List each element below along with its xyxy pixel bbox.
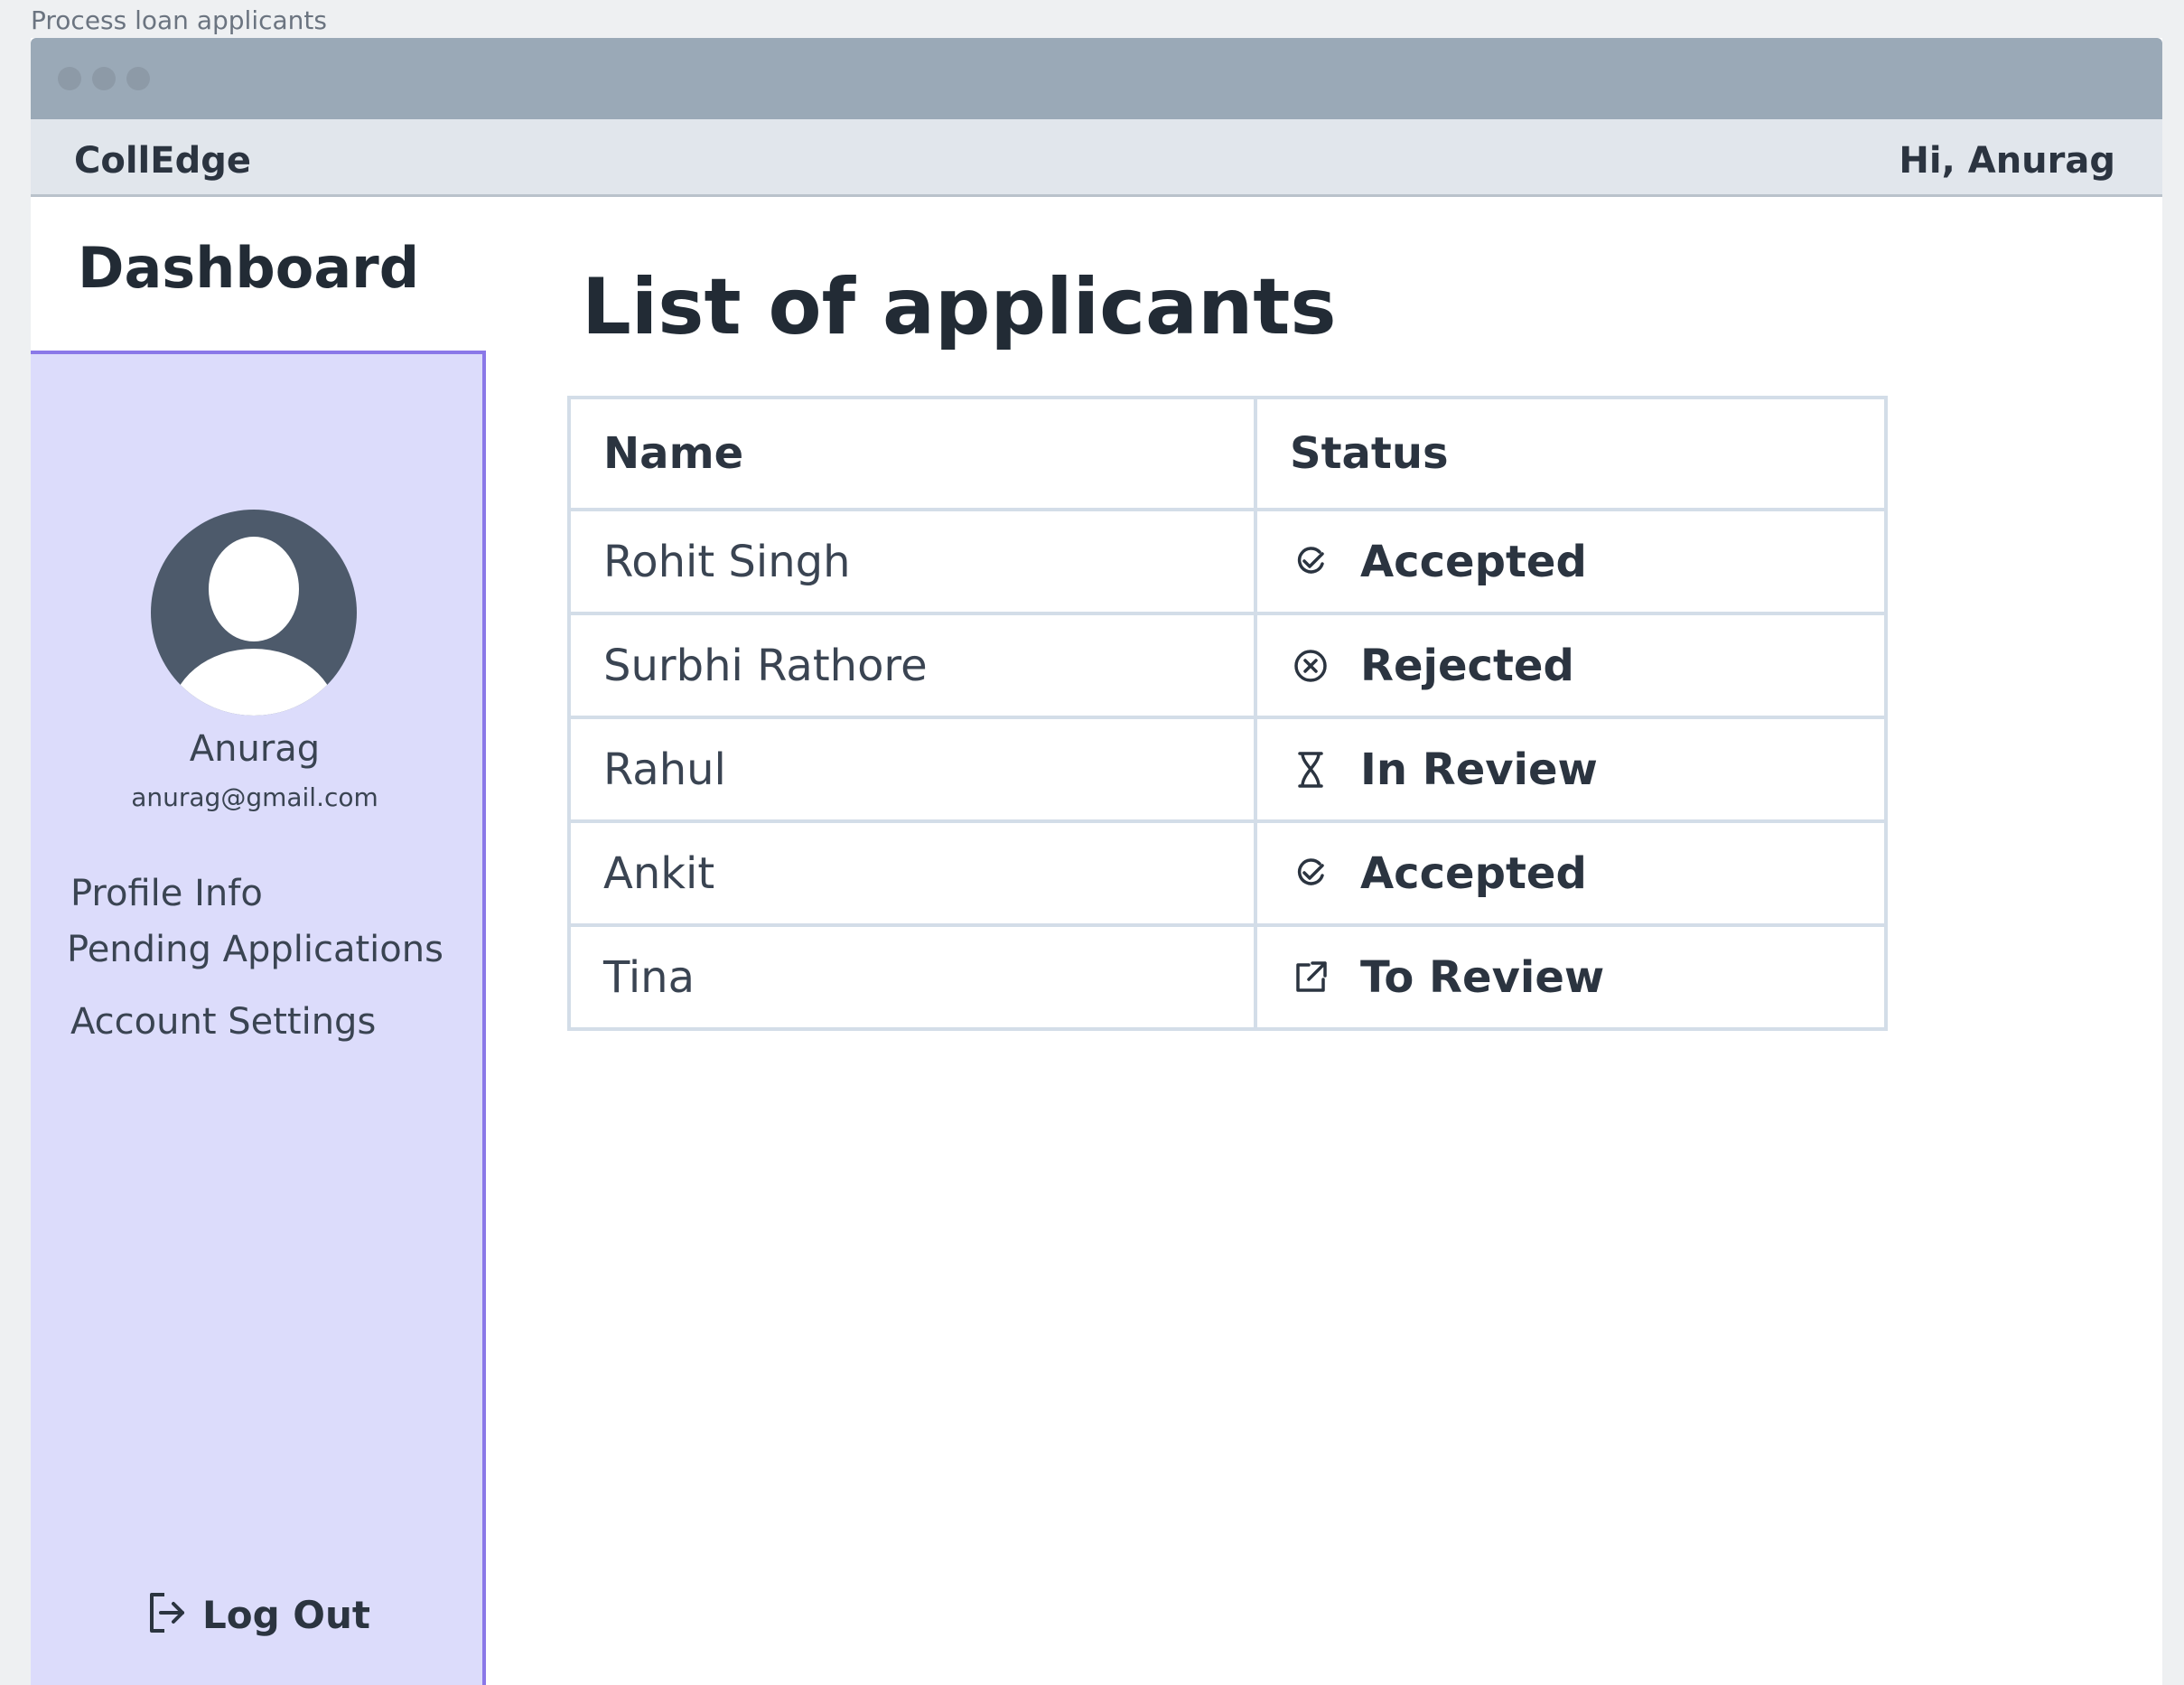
- applicant-status[interactable]: Accepted: [1254, 819, 1888, 927]
- logout-button[interactable]: Log Out: [146, 1589, 370, 1640]
- applicant-name[interactable]: Ankit: [567, 819, 1257, 927]
- avatar: [151, 510, 357, 716]
- table-row[interactable]: Rohit Singh Accepted: [567, 508, 1888, 615]
- column-header-name[interactable]: Name: [567, 396, 1257, 511]
- check-circle-icon: [1290, 541, 1331, 583]
- sidebar-user-email: anurag@gmail.com: [131, 782, 378, 812]
- status-content: In Review: [1290, 744, 1852, 795]
- window-minimize-dot[interactable]: [92, 67, 116, 90]
- sidebar-item-pending-applications[interactable]: Pending Applications: [67, 929, 443, 970]
- table-row[interactable]: Tina To Review: [567, 923, 1888, 1031]
- status-label: Rejected: [1360, 640, 1574, 691]
- logout-icon: [146, 1589, 190, 1640]
- status-content: Accepted: [1290, 537, 1852, 587]
- avatar-body-shape: [171, 649, 337, 716]
- brand-logo-text[interactable]: CollEdge: [74, 140, 251, 182]
- window-titlebar: [31, 38, 2162, 119]
- status-content: Rejected: [1290, 641, 1852, 691]
- status-label: Accepted: [1360, 847, 1587, 899]
- hourglass-icon: [1290, 749, 1331, 791]
- applicant-status[interactable]: Accepted: [1254, 508, 1888, 615]
- check-circle-icon: [1290, 853, 1331, 894]
- applicants-table: Name Status Rohit Singh Accepted Surbhi …: [567, 396, 1888, 1031]
- applicant-name[interactable]: Surbhi Rathore: [567, 612, 1257, 719]
- applicant-name[interactable]: Rohit Singh: [567, 508, 1257, 615]
- table-row[interactable]: Surbhi Rathore Rejected: [567, 612, 1888, 719]
- applicant-status[interactable]: Rejected: [1254, 612, 1888, 719]
- table-row[interactable]: Rahul In Review: [567, 716, 1888, 823]
- app-header: CollEdge Hi, Anurag: [31, 119, 2162, 197]
- sidebar-item-account-settings[interactable]: Account Settings: [70, 1001, 376, 1043]
- table-row[interactable]: Ankit Accepted: [567, 819, 1888, 927]
- status-label: Accepted: [1360, 536, 1587, 587]
- window-maximize-dot[interactable]: [126, 67, 150, 90]
- status-content: To Review: [1290, 952, 1852, 1003]
- logout-label: Log Out: [202, 1592, 370, 1637]
- app-window: CollEdge Hi, Anurag Dashboard Anurag anu…: [31, 38, 2162, 1685]
- page-title: List of applicants: [582, 262, 1337, 352]
- user-greeting: Hi, Anurag: [1899, 140, 2115, 182]
- window-close-dot[interactable]: [58, 67, 81, 90]
- sidebar-user-name: Anurag: [189, 728, 321, 770]
- external-link-icon: [1290, 957, 1331, 998]
- applicant-name[interactable]: Rahul: [567, 716, 1257, 823]
- avatar-head-shape: [209, 537, 299, 641]
- table-header-row: Name Status: [567, 396, 1888, 511]
- column-header-status[interactable]: Status: [1254, 396, 1888, 511]
- sidebar-item-profile-info[interactable]: Profile Info: [70, 873, 263, 914]
- status-label: To Review: [1360, 951, 1605, 1003]
- applicant-status[interactable]: To Review: [1254, 923, 1888, 1031]
- applicant-status[interactable]: In Review: [1254, 716, 1888, 823]
- sidebar: Anurag anurag@gmail.com Profile Info Pen…: [31, 351, 486, 1685]
- frame-caption: Process loan applicants: [31, 5, 327, 35]
- status-content: Accepted: [1290, 848, 1852, 899]
- x-circle-icon: [1290, 645, 1331, 687]
- applicant-name[interactable]: Tina: [567, 923, 1257, 1031]
- dashboard-heading: Dashboard: [78, 235, 420, 301]
- status-label: In Review: [1360, 744, 1598, 795]
